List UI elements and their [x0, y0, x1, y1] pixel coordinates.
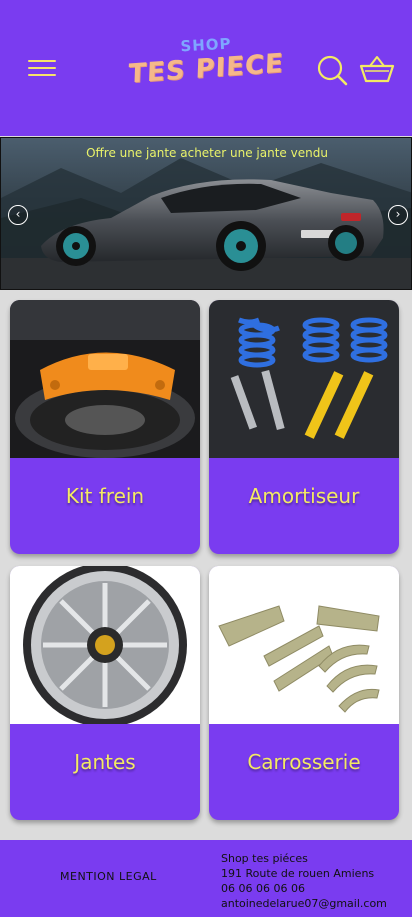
shock-absorber-image: [209, 300, 399, 458]
category-label: Kit frein: [65, 484, 145, 508]
shop-phone: 06 06 06 06 06: [221, 882, 305, 895]
hamburger-menu-icon[interactable]: [28, 58, 56, 80]
brake-kit-image: [10, 300, 200, 458]
chevron-left-icon[interactable]: ‹: [8, 205, 28, 225]
car-banner-image: [1, 138, 411, 289]
category-card-amortiseur[interactable]: Amortiseur: [209, 300, 399, 554]
category-card-kit-frein[interactable]: Kit frein: [10, 300, 200, 554]
contact-info: Shop tes piéces 191 Route de rouen Amien…: [221, 851, 387, 911]
footer: MENTION LEGAL Shop tes piéces 191 Route …: [0, 840, 412, 917]
hero-carousel[interactable]: Offre une jante acheter une jante vendu …: [0, 137, 412, 290]
body-kit-image: [209, 566, 399, 724]
header: SHOP TES PIECE: [0, 0, 412, 136]
shopping-basket-icon[interactable]: [359, 54, 395, 84]
wheel-rim-image: [10, 566, 200, 724]
legal-mentions-link[interactable]: MENTION LEGAL: [60, 870, 157, 883]
shop-email: antoinedelarue07@gmail.com: [221, 897, 387, 910]
shop-name: Shop tes piéces: [221, 852, 308, 865]
category-card-carrosserie[interactable]: Carrosserie: [209, 566, 399, 820]
category-label: Jantes: [74, 750, 136, 774]
category-label: Amortiseur: [248, 484, 360, 508]
chevron-right-icon[interactable]: ›: [388, 205, 408, 225]
search-icon[interactable]: [316, 54, 348, 86]
category-card-jantes[interactable]: Jantes: [10, 566, 200, 820]
promo-text: Offre une jante acheter une jante vendu: [86, 146, 328, 160]
category-label: Carrosserie: [247, 750, 361, 774]
logo[interactable]: SHOP TES PIECE: [118, 34, 294, 104]
shop-address: 191 Route de rouen Amiens: [221, 867, 375, 880]
